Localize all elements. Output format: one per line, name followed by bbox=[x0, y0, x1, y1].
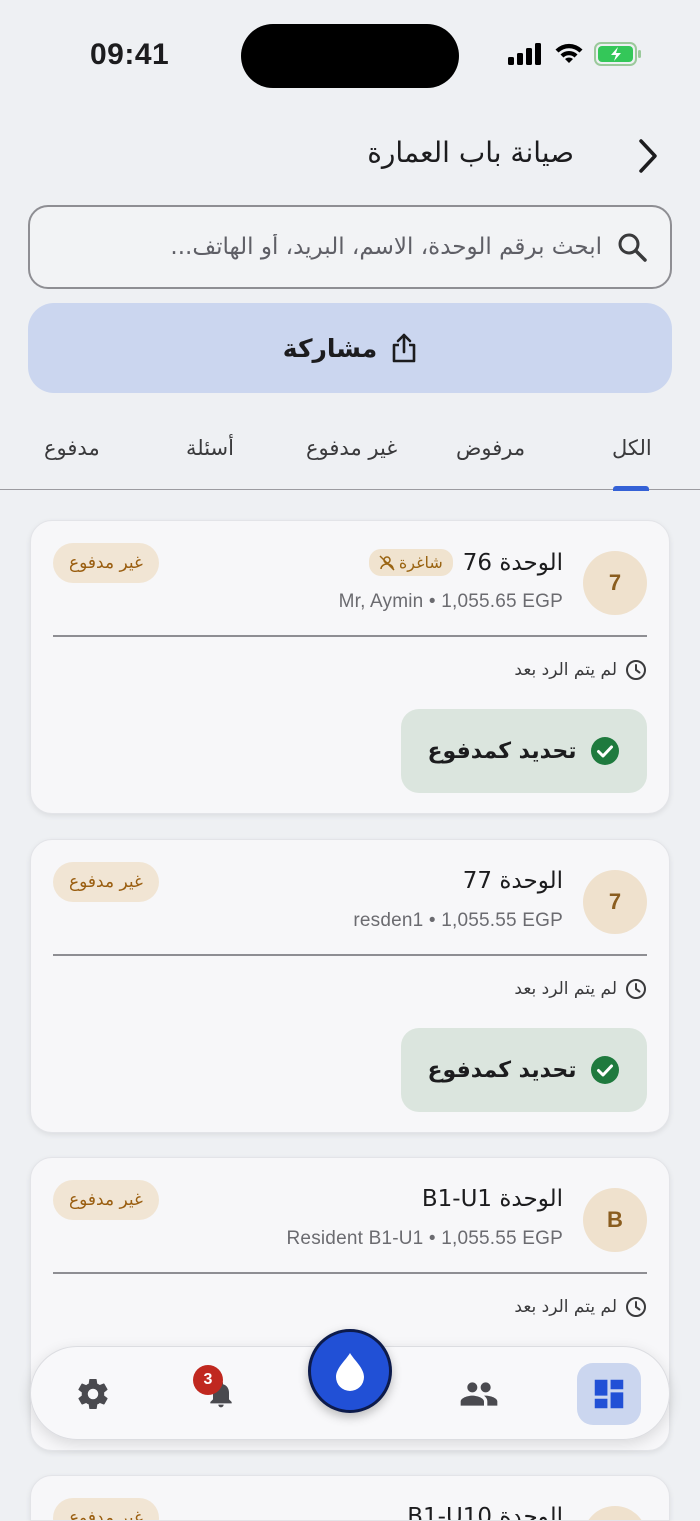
header: صيانة باب العمارة bbox=[0, 128, 700, 184]
nav-settings[interactable] bbox=[61, 1363, 125, 1425]
status-bar: 09:41 bbox=[0, 0, 700, 110]
center-action-button[interactable] bbox=[308, 1329, 392, 1413]
share-button[interactable]: مشاركة bbox=[28, 303, 672, 393]
status-badge: غير مدفوع bbox=[53, 1180, 159, 1220]
reply-status-text: لم يتم الرد بعد bbox=[514, 1297, 617, 1317]
status-badge: غير مدفوع bbox=[53, 1498, 159, 1520]
battery-icon bbox=[594, 42, 641, 66]
wifi-icon bbox=[555, 43, 583, 63]
reply-status-text: لم يتم الرد بعد bbox=[514, 660, 617, 680]
unit-title-row: الوحدة B1-U10 bbox=[407, 1504, 563, 1521]
unit-subtitle: Mr, Aymin • 1,055.65 EGP bbox=[338, 591, 563, 612]
tab-paid[interactable]: مدفوع bbox=[44, 436, 100, 460]
tab-unpaid[interactable]: غير مدفوع bbox=[306, 436, 397, 460]
unit-name: الوحدة B1-U1 bbox=[421, 1186, 563, 1212]
tab-all[interactable]: الكل bbox=[612, 436, 652, 460]
search-icon bbox=[618, 233, 647, 262]
status-badge: غير مدفوع bbox=[53, 862, 159, 902]
share-button-label: مشاركة bbox=[282, 333, 378, 363]
mark-as-paid-label: تحديد كمدفوع bbox=[427, 1057, 577, 1083]
tab-rejected[interactable]: مرفوض bbox=[456, 436, 525, 460]
signal-icon bbox=[508, 43, 541, 65]
unit-card[interactable]: 7 الوحدة 77 resden1 • 1,055.55 EGP غير م… bbox=[30, 839, 670, 1133]
mark-as-paid-button[interactable]: تحديد كمدفوع bbox=[401, 1028, 647, 1112]
active-tab-indicator bbox=[613, 486, 649, 491]
clock-icon bbox=[626, 979, 646, 999]
droplet-icon bbox=[336, 1353, 364, 1391]
avatar: 7 bbox=[583, 870, 647, 934]
chevron-right-icon bbox=[639, 139, 657, 173]
avatar bbox=[583, 1506, 647, 1520]
clock-icon bbox=[626, 660, 646, 680]
unit-title-row: الوحدة 76 شاغرة bbox=[368, 549, 563, 576]
dynamic-island bbox=[241, 24, 459, 88]
unit-subtitle: resden1 • 1,055.55 EGP bbox=[353, 910, 563, 931]
unit-title-row: الوحدة B1-U1 bbox=[422, 1186, 563, 1212]
share-icon bbox=[392, 333, 416, 363]
unit-title-row: الوحدة 77 bbox=[463, 868, 563, 894]
person-off-icon bbox=[379, 554, 395, 571]
divider bbox=[53, 635, 647, 637]
unit-card[interactable]: الوحدة B1-U10 غير مدفوع bbox=[30, 1475, 670, 1521]
status-badge: غير مدفوع bbox=[53, 543, 159, 583]
dashboard-icon bbox=[594, 1379, 624, 1409]
reply-status: لم يتم الرد بعد bbox=[514, 978, 647, 1000]
check-circle-icon bbox=[591, 737, 620, 765]
vacant-label: شاغرة bbox=[398, 553, 443, 572]
status-time: 09:41 bbox=[90, 38, 170, 71]
reply-status: لم يتم الرد بعد bbox=[514, 659, 647, 681]
nav-dashboard[interactable] bbox=[577, 1363, 641, 1425]
unit-name: الوحدة B1-U10 bbox=[407, 1504, 563, 1521]
back-button[interactable] bbox=[626, 132, 670, 180]
notification-count-badge: 3 bbox=[193, 1365, 223, 1395]
divider bbox=[53, 1272, 647, 1274]
tab-questions[interactable]: أسئلة bbox=[186, 436, 234, 460]
gear-icon bbox=[78, 1379, 108, 1410]
status-icons bbox=[508, 42, 642, 66]
people-icon bbox=[460, 1382, 498, 1406]
check-circle-icon bbox=[591, 1056, 620, 1084]
reply-status: لم يتم الرد بعد bbox=[514, 1296, 647, 1318]
avatar: 7 bbox=[583, 551, 647, 615]
divider bbox=[53, 954, 647, 956]
vacant-badge: شاغرة bbox=[368, 549, 453, 576]
unit-name: الوحدة 76 bbox=[462, 549, 563, 576]
reply-status-text: لم يتم الرد بعد bbox=[514, 979, 617, 999]
search-bar[interactable] bbox=[28, 205, 672, 289]
avatar: B bbox=[583, 1188, 647, 1252]
mark-as-paid-label: تحديد كمدفوع bbox=[427, 738, 577, 764]
search-input[interactable] bbox=[52, 234, 602, 260]
page-title: صيانة باب العمارة bbox=[367, 136, 574, 169]
unit-subtitle: Resident B1-U1 • 1,055.55 EGP bbox=[286, 1228, 563, 1249]
clock-icon bbox=[626, 1297, 646, 1317]
unit-name: الوحدة 77 bbox=[462, 868, 563, 894]
unit-card[interactable]: 7 الوحدة 76 شاغرة Mr, Aymin • 1,055.65 E… bbox=[30, 520, 670, 814]
nav-residents[interactable] bbox=[447, 1363, 511, 1425]
filter-tabs: الكل مرفوض غير مدفوع أسئلة مدفوع bbox=[0, 416, 700, 491]
nav-notifications[interactable]: 3 bbox=[189, 1363, 253, 1425]
mark-as-paid-button[interactable]: تحديد كمدفوع bbox=[401, 709, 647, 793]
